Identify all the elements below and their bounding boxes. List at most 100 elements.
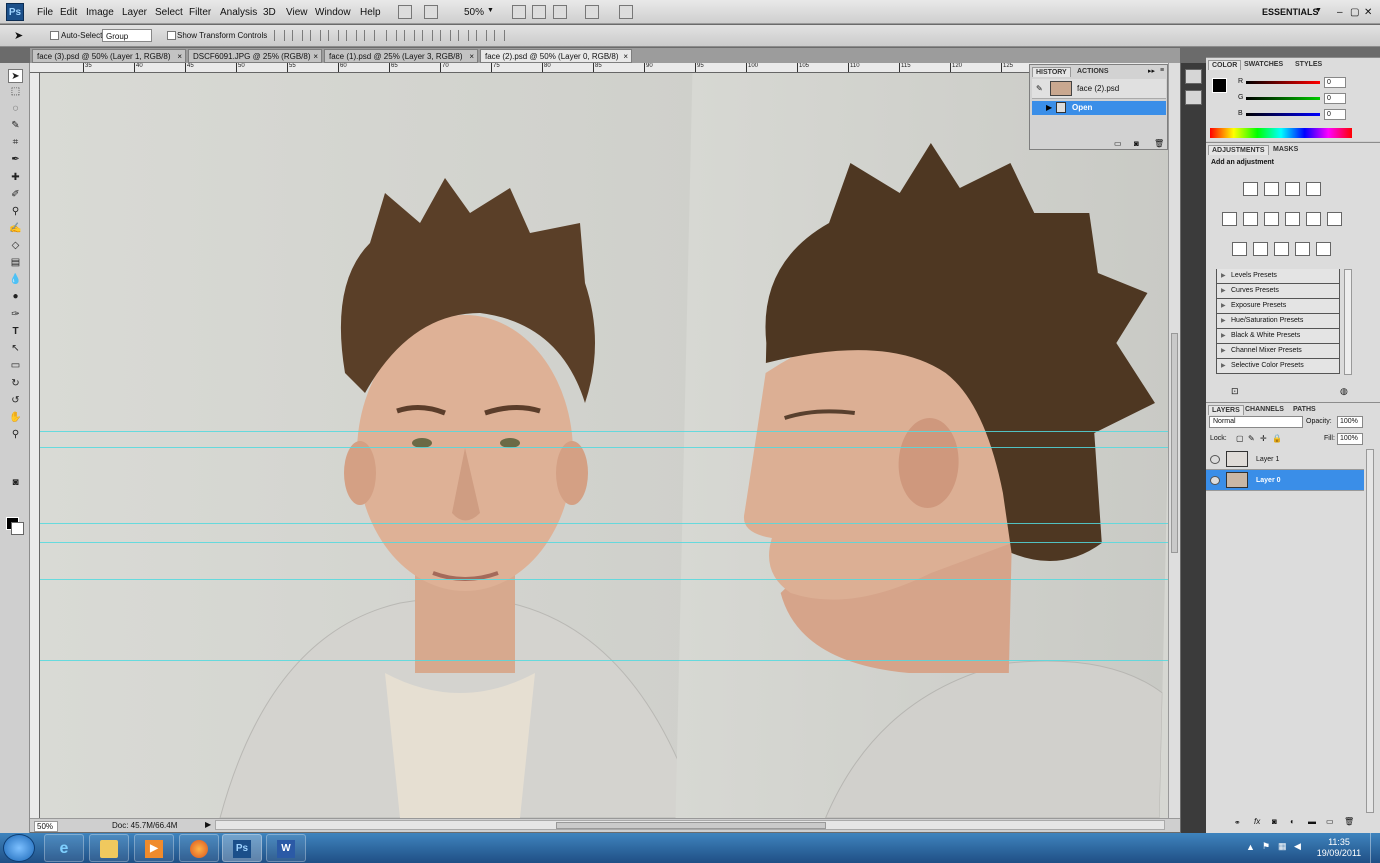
preset-item[interactable]: Black & White Presets [1216,329,1340,344]
system-clock[interactable]: 11:35 19/09/2011 [1312,837,1366,859]
align-left-icon[interactable] [328,30,339,41]
menu-analysis[interactable]: Analysis [220,7,257,18]
tab-paths[interactable]: PATHS [1290,405,1319,414]
threshold-icon[interactable] [1274,242,1289,256]
history-brush-tool-icon[interactable]: ✍ [8,222,23,236]
tab-channels[interactable]: CHANNELS [1242,405,1287,414]
close-tab-icon[interactable]: × [469,52,474,61]
background-color-swatch[interactable] [11,522,24,535]
show-hidden-icons-icon[interactable]: ▲ [1246,842,1255,852]
preset-item[interactable]: Selective Color Presets [1216,359,1340,374]
tab-actions[interactable]: ACTIONS [1074,67,1112,76]
taskbar-word[interactable]: W [266,834,306,862]
lock-image-icon[interactable]: ✎ [1248,434,1255,443]
doc-tab[interactable]: face (3).psd @ 50% (Layer 1, RGB/8) × [32,49,186,63]
exposure-icon[interactable] [1306,182,1321,196]
scrollbar-thumb[interactable] [556,822,826,829]
zoom-level-dropdown[interactable]: 50% [464,7,484,18]
clip-to-layer-icon[interactable]: ◍ [1340,386,1348,397]
close-icon[interactable]: ✕ [1364,7,1372,18]
trash-icon[interactable]: 🗑 [1154,139,1164,148]
quick-mask-icon[interactable]: ◙ [8,476,23,490]
horizontal-scrollbar[interactable] [215,820,1165,830]
show-transform-checkbox[interactable] [167,31,176,40]
network-icon[interactable]: ▦ [1278,841,1287,852]
curves-icon[interactable] [1285,182,1300,196]
channel-mixer-icon[interactable] [1327,212,1342,226]
menu-select[interactable]: Select [155,7,183,18]
taskbar-internet-explorer[interactable]: e [44,834,84,862]
distribute-bottom-icon[interactable] [422,30,433,41]
distribute-left-icon[interactable] [440,30,451,41]
close-tab-icon[interactable]: × [177,52,182,61]
color-balance-icon[interactable] [1264,212,1279,226]
workspace-switcher[interactable]: ESSENTIALS [1262,7,1319,17]
zoom-tool-icon[interactable]: ⚲ [8,428,23,442]
taskbar-explorer[interactable] [89,834,129,862]
scrollbar-thumb[interactable] [1171,333,1178,553]
move-tool-icon[interactable]: ➤ [14,29,23,42]
lasso-tool-icon[interactable]: ◌ [8,102,23,116]
tab-masks[interactable]: MASKS [1270,145,1301,154]
invert-icon[interactable] [1232,242,1247,256]
vibrance-icon[interactable] [1222,212,1237,226]
foreground-color-swatch[interactable] [1212,78,1227,93]
guide-line[interactable] [40,447,1168,448]
distribute-top-icon[interactable] [386,30,397,41]
menu-window[interactable]: Window [315,7,351,18]
shape-tool-icon[interactable]: ▭ [8,359,23,373]
taskbar-firefox[interactable] [179,834,219,862]
pen-tool-icon[interactable]: ✑ [8,308,23,322]
eye-icon[interactable] [1210,455,1220,464]
color-spectrum-bar[interactable] [1210,128,1352,138]
guide-line[interactable] [40,542,1168,543]
close-tab-icon[interactable]: × [313,52,318,61]
minimize-icon[interactable]: – [1337,7,1343,18]
quick-select-tool-icon[interactable]: ✎ [8,119,23,133]
distribute-vcenter-icon[interactable] [404,30,415,41]
guide-line[interactable] [40,431,1168,432]
close-tab-icon[interactable]: × [623,52,628,61]
clone-stamp-tool-icon[interactable]: ⚲ [8,205,23,219]
blend-mode-dropdown[interactable]: Normal [1209,416,1303,428]
auto-select-checkbox[interactable] [50,31,59,40]
blue-value-field[interactable]: 0 [1324,109,1346,120]
red-slider[interactable] [1246,81,1320,84]
link-layers-icon[interactable]: ⚭ [1234,818,1241,827]
guide-line[interactable] [40,660,1168,661]
document-canvas[interactable] [40,73,1168,818]
tab-layers[interactable]: LAYERS [1208,405,1244,415]
eraser-tool-icon[interactable]: ◇ [8,239,23,253]
menu-image[interactable]: Image [86,7,114,18]
new-group-icon[interactable]: ▬ [1308,817,1316,826]
layer-style-icon[interactable]: fx [1254,817,1260,826]
align-hcenter-icon[interactable] [346,30,357,41]
hand-tool-icon[interactable]: ✋ [8,411,23,425]
taskbar-photoshop[interactable]: Ps [222,834,262,862]
new-layer-icon[interactable]: ▭ [1326,817,1334,826]
adjustment-layer-icon[interactable]: ◐ [1290,817,1295,826]
red-value-field[interactable]: 0 [1324,77,1346,88]
preset-scrollbar[interactable] [1344,269,1352,375]
path-select-tool-icon[interactable]: ↖ [8,342,23,356]
brightness-contrast-icon[interactable] [1243,182,1258,196]
screen-mode-icon[interactable] [619,5,633,19]
arrange-documents-icon[interactable] [585,5,599,19]
show-desktop-button[interactable] [1370,833,1380,863]
volume-icon[interactable]: ◀ [1294,841,1301,852]
align-right-icon[interactable] [364,30,375,41]
layers-scrollbar[interactable] [1366,449,1374,813]
menu-3d[interactable]: 3D [263,7,276,18]
guide-line[interactable] [40,579,1168,580]
add-mask-icon[interactable]: ◙ [1272,817,1277,826]
vertical-scrollbar[interactable] [1168,63,1180,818]
new-document-from-state-icon[interactable]: ▭ [1114,139,1122,148]
distribute-right-icon[interactable] [476,30,487,41]
green-slider[interactable] [1246,97,1320,100]
brush-tool-icon[interactable]: ✐ [8,188,23,202]
preset-item[interactable]: Exposure Presets [1216,299,1340,314]
move-tool-icon[interactable]: ➤ [8,69,23,83]
actions-panel-icon[interactable] [1185,90,1202,105]
zoom-tool-icon[interactable] [532,5,546,19]
preset-item[interactable]: Curves Presets [1216,284,1340,299]
